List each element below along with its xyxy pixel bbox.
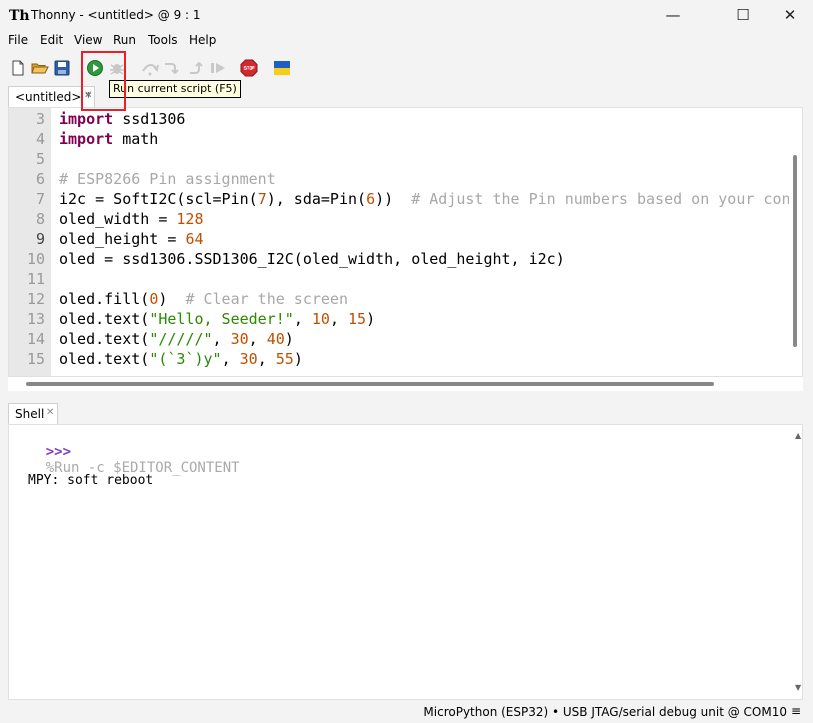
code-line: oled_height = 64: [59, 230, 204, 248]
interpreter-status[interactable]: MicroPython (ESP32) • USB JTAG/serial de…: [423, 705, 787, 719]
stop-icon[interactable]: [240, 59, 258, 77]
line-number: 15: [26, 350, 45, 368]
code-line: oled_width = 128: [59, 210, 204, 228]
shell-prompt: >>>: [45, 444, 72, 460]
line-number: 13: [26, 310, 45, 328]
menu-file[interactable]: File: [8, 33, 28, 47]
highlight-box: [81, 51, 126, 111]
close-window-button[interactable]: ✕: [767, 0, 813, 31]
shell-scroll-up-icon[interactable]: ▲: [795, 431, 801, 440]
editor-vertical-scrollbar[interactable]: [793, 155, 797, 347]
new-file-icon[interactable]: [9, 59, 27, 77]
resume-icon[interactable]: [209, 59, 227, 77]
line-number: 7: [35, 190, 45, 208]
code-line: import math: [59, 130, 159, 148]
line-number: 10: [26, 250, 45, 268]
code-line: oled = ssd1306.SSD1306_I2C(oled_width, o…: [59, 250, 565, 268]
tab-label: <untitled> *: [15, 90, 92, 104]
shell-tab-close-icon[interactable]: ✕: [46, 407, 54, 418]
line-number-current: 9: [35, 230, 45, 248]
menu-tools[interactable]: Tools: [148, 33, 178, 47]
menu-bar: File Edit View Run Tools Help: [0, 31, 813, 51]
line-number: 14: [26, 330, 45, 348]
shell-tab-strip: Shell ✕: [0, 402, 813, 424]
status-bar: MicroPython (ESP32) • USB JTAG/serial de…: [0, 700, 813, 723]
code-line: oled.text("Hello, Seeder!", 10, 15): [59, 310, 376, 328]
code-line: oled.fill(0) # Clear the screen: [59, 290, 348, 308]
line-number: 11: [26, 270, 45, 288]
line-number: 12: [26, 290, 45, 308]
line-number: 3: [35, 110, 45, 128]
maximize-button[interactable]: ☐: [720, 0, 766, 31]
menu-edit[interactable]: Edit: [40, 33, 63, 47]
line-number: 8: [35, 210, 45, 228]
run-tooltip: Run current script (F5): [109, 80, 241, 98]
code-line: import ssd1306: [59, 110, 186, 128]
menu-run[interactable]: Run: [113, 33, 136, 47]
code-line: i2c = SoftI2C(scl=Pin(7), sda=Pin(6)) # …: [59, 190, 789, 208]
save-file-icon[interactable]: [53, 59, 71, 77]
minimize-button[interactable]: —: [650, 0, 696, 31]
title-bar: Th Thonny - <untitled> @ 9 : 1 — ☐ ✕: [0, 0, 813, 31]
window-title: Thonny - <untitled> @ 9 : 1: [31, 8, 201, 22]
shell-scroll-down-icon[interactable]: ▼: [795, 683, 801, 692]
open-file-icon[interactable]: [31, 59, 49, 77]
status-menu-icon[interactable]: ≡: [791, 704, 801, 718]
shell-panel[interactable]: >>> %Run -c $EDITOR_CONTENT MPY: soft re…: [8, 424, 803, 700]
line-number: 4: [35, 130, 45, 148]
tab-shell[interactable]: Shell ✕: [8, 403, 58, 424]
code-area[interactable]: import ssd1306 import math # ESP8266 Pin…: [59, 108, 789, 376]
step-out-icon[interactable]: [187, 59, 205, 77]
shell-output: MPY: soft reboot: [28, 473, 154, 488]
code-line: oled.text("/////", 30, 40): [59, 330, 294, 348]
editor-horizontal-scrollbar[interactable]: [26, 382, 714, 386]
line-number: 5: [35, 150, 45, 168]
step-into-icon[interactable]: [163, 59, 181, 77]
code-line: oled.text("(`3`)y", 30, 55): [59, 350, 303, 368]
menu-help[interactable]: Help: [189, 33, 216, 47]
shell-tab-label: Shell: [15, 407, 45, 421]
ukraine-flag-icon[interactable]: [273, 59, 291, 77]
step-over-icon[interactable]: [141, 59, 159, 77]
menu-view[interactable]: View: [74, 33, 102, 47]
line-number-gutter: 3 4 5 6 7 8 9 10 11 12 13 14 15: [9, 108, 51, 376]
code-editor[interactable]: 3 4 5 6 7 8 9 10 11 12 13 14 15 import s…: [8, 107, 803, 377]
thonny-logo-icon: Th: [9, 8, 30, 24]
code-line: # ESP8266 Pin assignment: [59, 170, 276, 188]
line-number: 6: [35, 170, 45, 188]
